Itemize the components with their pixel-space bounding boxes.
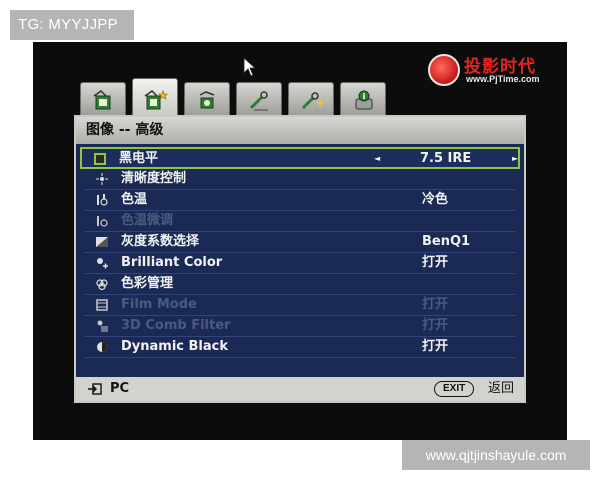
menu-item-label: Film Mode (121, 297, 197, 312)
menu-item-value: 7.5 IRE (420, 151, 472, 166)
tab-information[interactable]: i (340, 82, 386, 116)
logo-url: www.PjTime.com (466, 74, 540, 84)
menu-item-label: 色温微调 (121, 213, 174, 228)
menu-item-label: 灰度系数选择 (121, 234, 200, 249)
menu-item-brilliant-color[interactable]: Brilliant Color 打开 (84, 253, 516, 274)
system-settings-icon (301, 92, 323, 110)
menu-item-3d-comb-filter: 3D Comb Filter 打开 (84, 316, 516, 337)
input-source-label: PC (110, 381, 130, 396)
color-temperature-tune-icon (97, 216, 108, 227)
tab-display-settings[interactable] (236, 82, 282, 116)
black-level-icon (94, 153, 106, 165)
menu-item-color-temperature[interactable]: 色温 冷色 (84, 190, 516, 211)
audio-icon (199, 91, 215, 109)
exit-button[interactable]: EXIT (434, 381, 475, 397)
exit-label: 返回 (488, 381, 515, 396)
tab-system-settings[interactable] (288, 82, 334, 116)
mouse-pointer-icon (243, 57, 257, 77)
watermark-bottom-right: www.qjtjinshayule.com (402, 440, 590, 470)
input-source-icon (88, 383, 102, 395)
display-settings-icon (249, 91, 268, 111)
comb-filter-icon (97, 320, 108, 332)
menu-item-dynamic-black[interactable]: Dynamic Black 打开 (84, 337, 516, 358)
tab-picture[interactable] (80, 82, 126, 116)
logo-emblem-icon (428, 54, 460, 86)
pjtime-logo: 投影时代 www.PjTime.com (428, 52, 550, 88)
menu-item-label: 清晰度控制 (121, 171, 187, 186)
panel-footer: PC EXIT 返回 (76, 377, 524, 401)
tab-audio[interactable] (184, 82, 230, 116)
menu-item-label: Brilliant Color (121, 255, 223, 270)
color-management-icon (96, 279, 108, 290)
screenshot-canvas: TG: MYYJJPP 投影时代 www.PjTime.com i 图像 -- … (0, 0, 600, 480)
film-mode-icon (96, 299, 108, 311)
menu-item-label: 色温 (121, 192, 148, 207)
menu-item-color-management[interactable]: 色彩管理 (84, 274, 516, 295)
decrease-arrow-icon[interactable]: ◄ (374, 149, 380, 168)
panel-title: 图像 -- 高级 (76, 117, 524, 144)
menu-item-film-mode: Film Mode 打开 (84, 295, 516, 316)
osd-menu-panel: 图像 -- 高级 黑电平 ◄ 7.5 IRE ► 清晰度控制 色温 冷色 色温微… (74, 115, 526, 403)
menu-item-value: BenQ1 (422, 234, 471, 249)
menu-item-value: 打开 (422, 297, 449, 312)
menu-item-sharpness[interactable]: 清晰度控制 (84, 169, 516, 190)
svg-text:i: i (363, 92, 366, 101)
menu-item-label: Dynamic Black (121, 339, 229, 354)
color-temperature-icon (97, 194, 108, 206)
gamma-icon (96, 237, 108, 247)
menu-item-color-temperature-fine-tune: 色温微调 (84, 211, 516, 232)
picture-icon (93, 90, 111, 110)
menu-item-value: 打开 (422, 318, 449, 333)
menu-item-value: 冷色 (422, 192, 449, 207)
menu-item-black-level[interactable]: 黑电平 ◄ 7.5 IRE ► (80, 147, 520, 169)
menu-item-value: 打开 (422, 339, 449, 354)
increase-arrow-icon[interactable]: ► (512, 149, 518, 168)
watermark-top-left: TG: MYYJJPP (10, 10, 134, 40)
information-icon: i (355, 90, 373, 110)
menu-item-value: 打开 (422, 255, 449, 270)
sharpness-icon (96, 173, 108, 185)
tab-picture-advanced[interactable] (132, 78, 178, 116)
menu-item-label: 色彩管理 (121, 276, 174, 291)
menu-item-gamma[interactable]: 灰度系数选择 BenQ1 (84, 232, 516, 253)
brilliant-color-icon (97, 258, 108, 269)
menu-item-label: 黑电平 (119, 151, 159, 166)
picture-advanced-icon (144, 90, 168, 110)
menu-item-label: 3D Comb Filter (121, 318, 231, 333)
dynamic-black-icon (97, 342, 107, 352)
